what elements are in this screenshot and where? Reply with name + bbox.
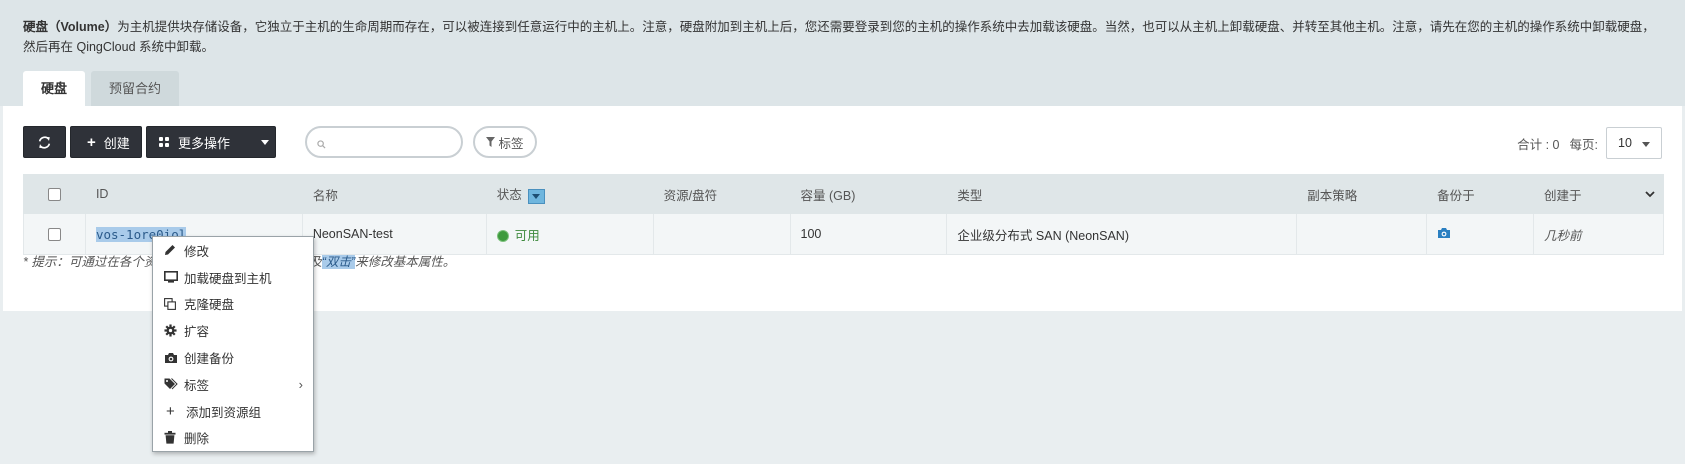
menu-item-label: 删除 <box>184 432 210 447</box>
cell-resource <box>652 213 791 255</box>
status-filter-icon[interactable] <box>527 188 545 204</box>
trash-icon <box>164 431 176 445</box>
status-label: 可用 <box>514 228 540 243</box>
tab-volumes[interactable]: 硬盘 <box>23 71 86 106</box>
hint-prefix: * 提示：可通过在各个资 <box>23 255 157 269</box>
header-status-label: 状态 <box>496 188 522 203</box>
hint-end: 来修改基本属性。 <box>355 255 456 269</box>
header-id[interactable]: ID <box>84 174 303 214</box>
menu-item-label: 修改 <box>184 244 210 259</box>
chevron-right-icon: › <box>298 376 303 392</box>
intro-body: 为主机提供块存储设备，它独立于主机的生命周期而存在，可以被连接到任意运行中的主机… <box>23 20 1655 54</box>
menu-item-label: 克隆硬盘 <box>184 298 235 313</box>
cell-capacity: 100 <box>789 213 948 255</box>
search-input[interactable] <box>329 132 457 154</box>
total-count: 合计 : 0 <box>1517 137 1560 152</box>
header-name[interactable]: 名称 <box>301 174 487 214</box>
camera-icon <box>165 352 177 363</box>
refresh-icon <box>38 135 51 149</box>
menu-item-attach[interactable]: 加载硬盘到主机 <box>153 264 313 291</box>
tab-bar: 硬盘 预留合约 <box>23 71 180 106</box>
cell-type: 企业级分布式 SAN (NeonSAN) <box>946 213 1298 255</box>
chevron-down-icon[interactable] <box>1645 191 1655 198</box>
tags-icon <box>164 378 178 390</box>
menu-item-label: 扩容 <box>184 325 210 340</box>
per-page-value: 10 <box>1618 136 1632 150</box>
tab-reserved-contracts[interactable]: 预留合约 <box>91 71 180 106</box>
menu-item-clone[interactable]: 克隆硬盘 <box>153 291 313 318</box>
cell-status: 可用 <box>485 213 654 255</box>
pencil-icon <box>165 245 175 256</box>
menu-item-backup[interactable]: 创建备份 <box>153 344 313 371</box>
menu-item-label: 加载硬盘到主机 <box>184 271 272 286</box>
clone-icon <box>164 298 176 310</box>
header-created[interactable]: 创建于 <box>1533 174 1664 214</box>
plus-icon: + <box>166 402 175 420</box>
intro-text: 硬盘（Volume）为主机提供块存储设备，它独立于主机的生命周期而存在，可以被连… <box>23 17 1663 57</box>
menu-item-tags[interactable]: 标签 › <box>153 371 313 398</box>
menu-item-resize[interactable]: 扩容 <box>153 317 313 344</box>
menu-item-delete[interactable]: 删除 <box>153 425 313 452</box>
caret-down-icon <box>1642 142 1650 147</box>
menu-item-edit[interactable]: 修改 <box>153 237 313 264</box>
create-button[interactable]: + 创建 <box>70 126 142 158</box>
camera-icon[interactable] <box>1437 227 1451 239</box>
cell-backup <box>1426 213 1535 255</box>
monitor-icon <box>164 271 178 283</box>
per-page-label: 每页: <box>1569 137 1598 152</box>
header-created-label: 创建于 <box>1544 188 1582 203</box>
select-all-checkbox[interactable] <box>47 188 61 202</box>
intro-title: 硬盘（Volume） <box>23 20 118 34</box>
hint-highlight: “双击” <box>321 255 356 269</box>
status-dot-icon <box>496 230 509 243</box>
select-all-cell <box>23 174 86 214</box>
tag-filter-label: 标签 <box>498 136 524 151</box>
menu-item-add-to-group[interactable]: + 添加到资源组 <box>153 398 313 425</box>
gear-icon <box>164 324 177 337</box>
toolbar: + 创建 更多操作 标签 合计 : 0 每页: 10 <box>23 126 1662 160</box>
plus-icon: + <box>87 133 96 151</box>
menu-item-label: 标签 <box>184 378 210 393</box>
menu-item-label: 添加到资源组 <box>186 405 262 420</box>
header-replica[interactable]: 副本策略 <box>1296 174 1428 214</box>
cell-name: NeonSAN-test <box>301 213 487 255</box>
header-backup[interactable]: 备份于 <box>1426 174 1535 214</box>
more-actions-button[interactable]: 更多操作 <box>146 126 276 158</box>
row-select-cell <box>23 213 86 255</box>
create-label: 创建 <box>103 135 130 151</box>
cell-replica <box>1296 213 1428 255</box>
pagination: 合计 : 0 每页: 10 <box>1517 126 1662 160</box>
header-type[interactable]: 类型 <box>946 174 1298 214</box>
per-page-select[interactable]: 10 <box>1606 127 1662 159</box>
context-menu: 修改 加载硬盘到主机 克隆硬盘 扩容 创建备份 标签 › + 添加到资源组 删除 <box>152 236 314 452</box>
search-box[interactable] <box>305 126 463 158</box>
filter-icon <box>486 137 496 147</box>
info-banner: 硬盘（Volume）为主机提供块存储设备，它独立于主机的生命周期而存在，可以被连… <box>0 0 1685 106</box>
refresh-button[interactable] <box>23 126 66 158</box>
search-icon <box>317 140 326 149</box>
tag-filter-button[interactable]: 标签 <box>473 126 537 158</box>
caret-down-icon <box>261 140 269 145</box>
cell-created: 几秒前 <box>1533 213 1664 255</box>
table-header-row: ID 名称 状态 资源/盘符 容量 (GB) 类型 副本策略 备份于 创建于 <box>23 174 1664 214</box>
row-checkbox[interactable] <box>47 228 61 242</box>
header-resource[interactable]: 资源/盘符 <box>652 174 791 214</box>
header-status[interactable]: 状态 <box>485 174 654 214</box>
menu-item-label: 创建备份 <box>184 352 235 367</box>
header-capacity[interactable]: 容量 (GB) <box>789 174 948 214</box>
grid-icon <box>159 137 169 147</box>
more-actions-label: 更多操作 <box>178 135 231 151</box>
